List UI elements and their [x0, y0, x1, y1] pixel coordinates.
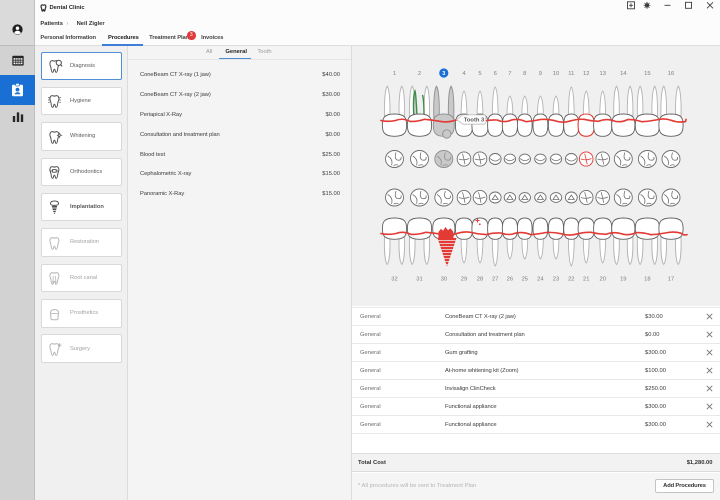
- svg-text:25: 25: [522, 277, 528, 283]
- svg-text:12: 12: [583, 71, 589, 77]
- svg-text:18: 18: [644, 277, 650, 283]
- svg-text:5: 5: [478, 71, 481, 77]
- svg-text:10: 10: [553, 71, 559, 77]
- svg-text:19: 19: [620, 277, 626, 283]
- svg-text:15: 15: [644, 71, 650, 77]
- svg-text:14: 14: [620, 71, 627, 77]
- svg-text:3: 3: [442, 71, 445, 77]
- svg-text:27: 27: [492, 277, 498, 283]
- svg-text:6: 6: [494, 71, 497, 77]
- svg-text:7: 7: [508, 71, 511, 77]
- svg-text:30: 30: [441, 277, 447, 283]
- svg-text:26: 26: [507, 277, 513, 283]
- svg-text:8: 8: [523, 71, 526, 77]
- svg-text:23: 23: [553, 277, 559, 283]
- svg-text:13: 13: [599, 71, 605, 77]
- svg-text:9: 9: [539, 71, 542, 77]
- svg-text:28: 28: [477, 277, 483, 283]
- svg-text:32: 32: [391, 277, 397, 283]
- svg-text:29: 29: [461, 277, 467, 283]
- svg-text:1: 1: [393, 71, 396, 77]
- svg-text:21: 21: [583, 277, 589, 283]
- svg-text:20: 20: [599, 277, 605, 283]
- svg-text:24: 24: [537, 277, 544, 283]
- svg-text:4: 4: [462, 71, 466, 77]
- svg-text:31: 31: [416, 277, 422, 283]
- svg-text:2: 2: [418, 71, 421, 77]
- svg-text:16: 16: [668, 71, 674, 77]
- svg-text:Tooth 3: Tooth 3: [464, 118, 485, 124]
- svg-text:22: 22: [568, 277, 574, 283]
- svg-text:11: 11: [568, 71, 574, 77]
- svg-text:17: 17: [668, 277, 674, 283]
